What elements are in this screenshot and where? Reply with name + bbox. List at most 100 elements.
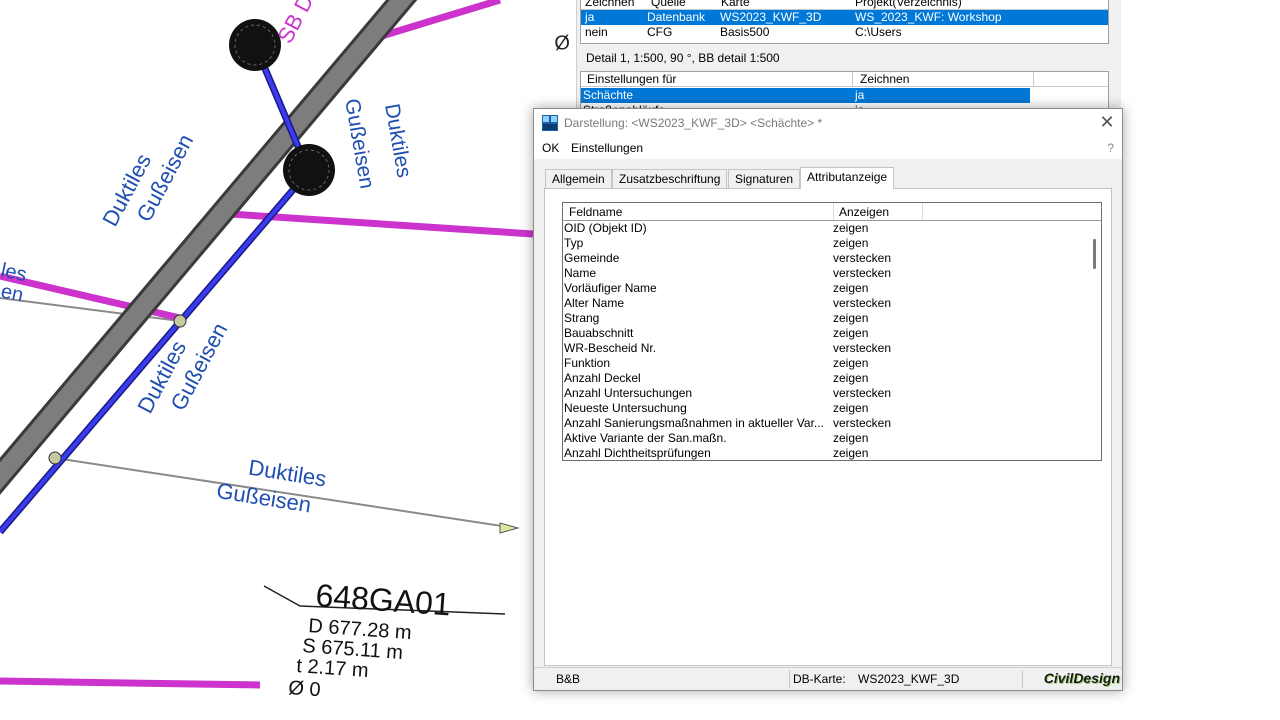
attribute-visibility[interactable]: zeigen — [833, 431, 868, 446]
attribute-row[interactable]: Gemeinde verstecken — [563, 251, 1088, 266]
attribute-field-name: Aktive Variante der San.maßn. — [564, 431, 727, 445]
attribute-visibility[interactable]: zeigen — [833, 356, 868, 371]
background-project-window: Zeichnen Quelle Karte Projekt(Verzeichni… — [576, 0, 1121, 117]
tab-signaturen[interactable]: Signaturen — [728, 169, 801, 188]
map-source-row[interactable]: ja Datenbank WS2023_KWF_3D WS_2023_KWF: … — [581, 10, 1108, 25]
attribute-visibility[interactable]: zeigen — [833, 221, 868, 236]
dialog-title: Darstellung: <WS2023_KWF_3D> <Schächte> … — [564, 116, 823, 130]
magenta-pipe — [0, 677, 261, 689]
menu-einstellungen[interactable]: Einstellungen — [571, 141, 643, 155]
attribute-visibility[interactable]: zeigen — [833, 281, 868, 296]
pipe-label: Duktiles — [380, 102, 416, 180]
map-source-table: Zeichnen Quelle Karte Projekt(Verzeichni… — [580, 0, 1109, 44]
row-zeichnen: nein — [585, 25, 608, 39]
scrollbar-thumb[interactable] — [1093, 239, 1096, 269]
attribute-row[interactable]: WR-Bescheid Nr. verstecken — [563, 341, 1088, 356]
attribute-row[interactable]: Anzahl Dichtheitsprüfungen zeigen — [563, 446, 1088, 460]
attribute-row[interactable]: Anzahl Deckel zeigen — [563, 371, 1088, 386]
settings-row-zeichnen: ja — [855, 88, 865, 102]
attribute-visibility[interactable]: verstecken — [833, 251, 891, 266]
attribute-field-name: WR-Bescheid Nr. — [564, 341, 657, 355]
attribute-visibility[interactable]: zeigen — [833, 446, 868, 460]
column-header-zeichnen[interactable]: Zeichnen — [585, 0, 634, 9]
close-icon[interactable]: ✕ — [1092, 109, 1122, 137]
attribute-display-page: Feldname Anzeigen OID (Objekt ID) zeigen T… — [544, 188, 1112, 666]
bb-soft-app-icon — [542, 115, 558, 131]
manhole-sphere[interactable] — [283, 144, 335, 196]
attribute-row[interactable]: Anzahl Untersuchungen verstecken — [563, 386, 1088, 401]
dialog-titlebar[interactable]: Darstellung: <WS2023_KWF_3D> <Schächte> … — [534, 109, 1122, 137]
settings-row[interactable]: Schächte ja — [581, 88, 1030, 103]
attribute-row[interactable]: Typ zeigen — [563, 236, 1088, 251]
map-source-table-header: Zeichnen Quelle Karte Projekt(Verzeichni… — [581, 0, 1108, 10]
attribute-row[interactable]: OID (Objekt ID) zeigen — [563, 221, 1088, 236]
attribute-row[interactable]: Anzahl Sanierungsmaßnahmen in aktueller … — [563, 416, 1088, 431]
manhole-id: 648GA01 — [315, 577, 452, 622]
attribute-visibility[interactable]: verstecken — [833, 296, 891, 311]
column-header-einstellungen[interactable]: Einstellungen für — [587, 72, 676, 86]
junction-node[interactable] — [173, 314, 187, 328]
settings-table-header: Einstellungen für Zeichnen — [581, 72, 1108, 87]
dialog-menubar: OK Einstellungen ? — [534, 137, 1122, 159]
map-source-row[interactable]: nein CFG Basis500 C:\Users — [581, 25, 1108, 40]
tab-zusatzbeschriftung[interactable]: Zusatzbeschriftung — [612, 169, 728, 188]
column-header-projekt[interactable]: Projekt(Verzeichnis) — [855, 0, 962, 9]
attribute-visibility[interactable]: verstecken — [833, 416, 891, 431]
tab-allgemein[interactable]: Allgemein — [545, 169, 612, 188]
status-db-value: WS2023_KWF_3D — [858, 672, 960, 686]
attribute-visibility[interactable]: verstecken — [833, 341, 891, 356]
attribute-field-name: Anzahl Sanierungsmaßnahmen in aktueller … — [564, 416, 824, 430]
attribute-row[interactable]: Bauabschnitt zeigen — [563, 326, 1088, 341]
column-header-anzeigen[interactable]: Anzeigen — [839, 205, 889, 219]
column-header-karte[interactable]: Karte — [721, 0, 750, 9]
attribute-field-name: Gemeinde — [564, 251, 620, 265]
dialog-statusbar: B&B DB-Karte: WS2023_KWF_3D CivilDesign — [534, 667, 1122, 690]
column-separator — [833, 203, 834, 220]
manhole-sphere[interactable] — [229, 19, 281, 71]
junction-node[interactable] — [48, 451, 62, 465]
tab-attributanzeige[interactable]: Attributanzeige — [800, 167, 895, 189]
row-karte: Basis500 — [720, 25, 770, 39]
attribute-visibility[interactable]: zeigen — [833, 371, 868, 386]
column-separator — [922, 203, 923, 220]
attribute-visibility[interactable]: zeigen — [833, 311, 868, 326]
pipe-label: DuktilesGußeisen — [215, 450, 328, 519]
attribute-row[interactable]: Funktion zeigen — [563, 356, 1088, 371]
attribute-row[interactable]: Vorläufiger Name zeigen — [563, 281, 1088, 296]
column-header-zeichnen[interactable]: Zeichnen — [860, 72, 909, 86]
attribute-row[interactable]: Alter Name verstecken — [563, 296, 1088, 311]
help-icon[interactable]: ? — [1107, 141, 1114, 155]
column-header-feldname[interactable]: Feldname — [569, 205, 622, 219]
attribute-row[interactable]: Aktive Variante der San.maßn. zeigen — [563, 431, 1088, 446]
attribute-field-name: OID (Objekt ID) — [564, 221, 647, 235]
column-separator — [852, 72, 853, 86]
row-projekt: WS_2023_KWF: Workshop — [855, 10, 1002, 24]
column-header-quelle[interactable]: Quelle — [651, 0, 686, 9]
attribute-field-name: Anzahl Deckel — [564, 371, 641, 385]
row-projekt: C:\Users — [855, 25, 902, 39]
settings-table: Einstellungen für Zeichnen Schächte ja S… — [580, 71, 1109, 117]
menu-ok[interactable]: OK — [542, 141, 559, 155]
attribute-visibility[interactable]: zeigen — [833, 401, 868, 416]
attribute-row[interactable]: Strang zeigen — [563, 311, 1088, 326]
manhole-value: Ø 0 — [288, 677, 322, 701]
row-zeichnen: ja — [585, 10, 595, 24]
attribute-field-name: Name — [564, 266, 597, 280]
attribute-row[interactable]: Name verstecken — [563, 266, 1088, 281]
magenta-pipe — [229, 210, 534, 238]
civildesign-logo: CivilDesign — [1043, 670, 1120, 686]
attribute-visibility[interactable]: verstecken — [833, 266, 891, 281]
attribute-visibility[interactable]: zeigen — [833, 326, 868, 341]
row-quelle: CFG — [647, 25, 673, 39]
row-quelle: Datenbank — [647, 10, 706, 24]
vertical-scrollbar[interactable] — [1088, 221, 1101, 460]
attribute-visibility[interactable]: zeigen — [833, 236, 868, 251]
attribute-field-name: Bauabschnitt — [564, 326, 634, 340]
attribute-list: Feldname Anzeigen OID (Objekt ID) zeigen T… — [562, 202, 1102, 461]
pipe-label: DuktilesGußeisen — [97, 117, 198, 244]
attribute-field-name: Strang — [564, 311, 600, 325]
status-separator — [1022, 670, 1023, 688]
attribute-field-name: Anzahl Dichtheitsprüfungen — [564, 446, 711, 460]
attribute-row[interactable]: Neueste Untersuchung zeigen — [563, 401, 1088, 416]
attribute-visibility[interactable]: verstecken — [833, 386, 891, 401]
